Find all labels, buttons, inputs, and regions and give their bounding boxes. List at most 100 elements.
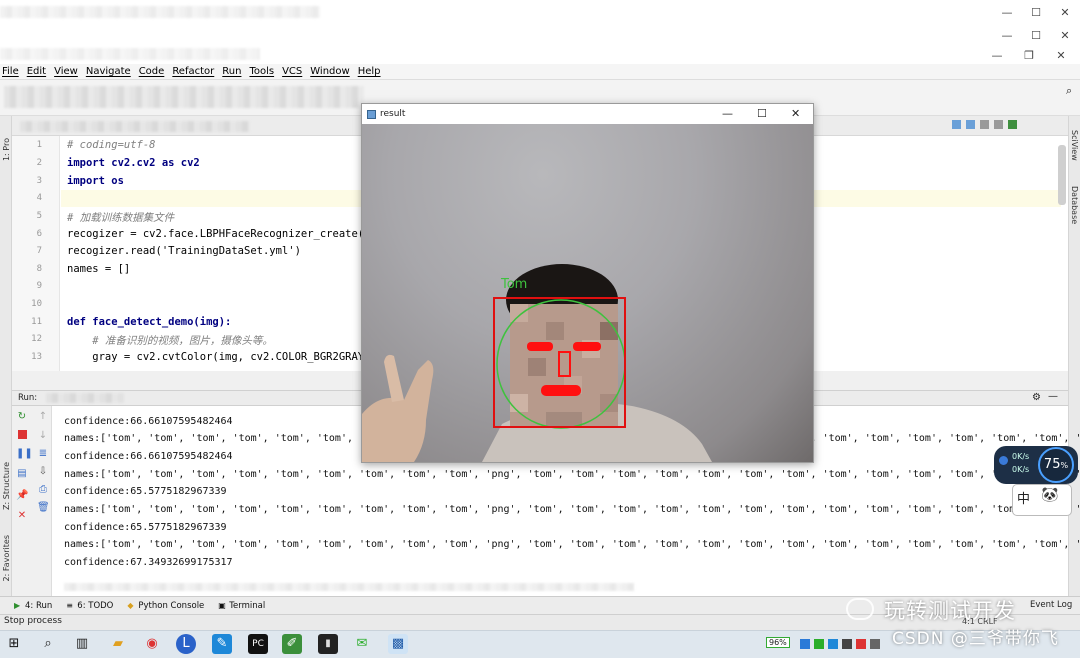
python-console-tool-tab[interactable]: ◆ Python Console	[127, 601, 204, 611]
code-line: import cv2.cv2 as cv2	[67, 157, 200, 169]
search-icon[interactable]: ⌕	[38, 634, 58, 654]
tray-icon[interactable]	[842, 639, 852, 649]
console-horizontal-scrollbar[interactable]	[64, 583, 634, 591]
menu-vcs[interactable]: VCS	[282, 66, 302, 77]
result-window[interactable]: result — ☐ ✕ Tom	[361, 103, 814, 463]
result-window-titlebar[interactable]: result	[362, 104, 813, 124]
maximize-button-2[interactable]: ☐	[1024, 29, 1048, 42]
pycharm-icon[interactable]: PC	[248, 634, 268, 654]
sciview-tool-tab[interactable]: SciView	[1070, 130, 1079, 161]
tray-icon[interactable]	[814, 639, 824, 649]
ime-toolbar[interactable]: 中 🐼	[1012, 484, 1072, 516]
search-everywhere-icon[interactable]: ⌕	[1066, 84, 1072, 98]
result-close-button[interactable]: ✕	[791, 107, 800, 120]
menu-edit[interactable]: Edit	[27, 66, 46, 77]
title-bar-secondary	[0, 26, 1080, 46]
project-tool-tab[interactable]: 1: Pro	[2, 138, 11, 161]
ide-minimize-button[interactable]: —	[985, 49, 1009, 62]
editor-scrollbar[interactable]	[1058, 145, 1066, 205]
close-button[interactable]: ✕	[1053, 6, 1077, 19]
run-icon: ▶	[14, 600, 21, 610]
network-speed-widget[interactable]: 0K/s 0K/s 75%	[994, 446, 1078, 484]
menu-refactor[interactable]: Refactor	[172, 66, 214, 77]
tab-action-icon[interactable]	[980, 120, 989, 129]
tab-action-icon[interactable]	[966, 120, 975, 129]
wechat-watermark-icon	[846, 598, 874, 620]
result-minimize-button[interactable]: —	[722, 107, 733, 120]
tab-label: Python Console	[138, 600, 205, 611]
soft-wrap-icon[interactable]: ≣	[37, 448, 49, 460]
opencv-app-icon	[367, 109, 376, 119]
opencv-window-icon[interactable]: ▩	[388, 634, 408, 654]
todo-tool-tab[interactable]: ≡ 6: TODO	[66, 601, 113, 611]
maximize-button[interactable]: ☐	[1024, 6, 1048, 19]
scroll-down-icon[interactable]: ↓	[37, 430, 49, 442]
menu-code[interactable]: Code	[139, 66, 165, 77]
battery-indicator[interactable]: 96%	[766, 637, 790, 648]
clear-all-icon[interactable]: 🗑	[37, 502, 50, 514]
run-hide-icon[interactable]: —	[1048, 391, 1058, 402]
blurred-toolbar	[4, 86, 364, 108]
minimize-button[interactable]: —	[995, 6, 1019, 19]
tab-label: 6: TODO	[77, 600, 114, 611]
app-icon[interactable]: ✎	[212, 634, 232, 654]
blurred-ide-title	[0, 48, 260, 60]
chrome-icon[interactable]: ◉	[142, 634, 162, 654]
wechat-icon[interactable]: ✉	[352, 634, 372, 654]
tray-icon[interactable]	[828, 639, 838, 649]
code-line: # 加载训练数据集文件	[67, 212, 175, 224]
favorites-tool-tab[interactable]: 2: Favorites	[2, 535, 11, 581]
line-number: 5	[36, 211, 42, 221]
minimize-button-2[interactable]: —	[995, 29, 1019, 42]
scroll-to-end-icon[interactable]: ⇩	[37, 466, 49, 478]
terminal-tool-tab[interactable]: ▣ Terminal	[218, 601, 265, 611]
menu-navigate[interactable]: Navigate	[86, 66, 131, 77]
ime-mode-label: 中	[1017, 492, 1031, 507]
menu-tools[interactable]: Tools	[249, 66, 274, 77]
pin-tab-icon[interactable]: 📌	[16, 490, 28, 502]
console-line: confidence:67.34932699175317	[64, 557, 233, 568]
tray-icon[interactable]	[800, 639, 810, 649]
menu-file[interactable]: File	[2, 66, 19, 77]
lark-icon[interactable]: L	[176, 634, 196, 654]
tray-icon[interactable]	[856, 639, 866, 649]
close-run-icon[interactable]: ✕	[16, 510, 28, 522]
file-explorer-icon[interactable]: ▰	[108, 634, 128, 654]
database-tool-tab[interactable]: Database	[1070, 186, 1079, 224]
restore-layout-icon[interactable]: ▤	[16, 468, 28, 480]
console-line: names:['tom', 'tom', 'tom', 'tom', 'tom'…	[64, 469, 1080, 480]
scroll-up-icon[interactable]: ↑	[37, 411, 49, 423]
print-icon[interactable]: ⎙	[37, 484, 49, 496]
pause-icon[interactable]: ❚❚	[16, 448, 33, 460]
terminal-app-icon[interactable]: ▮	[318, 634, 338, 654]
run-settings-icon[interactable]: ⚙	[1032, 392, 1041, 403]
tab-action-icon[interactable]	[994, 120, 1003, 129]
structure-tool-tab[interactable]: Z: Structure	[2, 462, 11, 510]
upload-speed: 0K/s	[1012, 452, 1030, 461]
code-line: recogizer = cv2.face.LBPHFaceRecognizer_…	[67, 228, 371, 240]
close-button-2[interactable]: ✕	[1053, 29, 1077, 42]
windows-start-icon[interactable]: ⊞	[4, 634, 24, 654]
line-number: 6	[36, 229, 42, 239]
finger-shape	[384, 354, 404, 402]
rerun-icon[interactable]: ↻	[16, 411, 28, 423]
terminal-icon: ▣	[218, 600, 226, 610]
editor-app-icon[interactable]: ✐	[282, 634, 302, 654]
todo-icon: ≡	[66, 600, 73, 610]
tab-action-icon[interactable]	[952, 120, 961, 129]
ide-restore-button[interactable]: ❐	[1017, 49, 1041, 62]
run-tool-tab[interactable]: ▶ 4: Run	[14, 601, 52, 611]
menu-help[interactable]: Help	[358, 66, 381, 77]
wechat-watermark: 玩转测试开发	[884, 599, 1016, 623]
upload-icon	[999, 456, 1008, 465]
event-log-tool-tab[interactable]: Event Log	[1030, 600, 1072, 610]
menu-view[interactable]: View	[54, 66, 78, 77]
ide-close-button[interactable]: ✕	[1049, 49, 1073, 62]
menu-window[interactable]: Window	[310, 66, 349, 77]
task-view-icon[interactable]: ▥	[72, 634, 92, 654]
stop-icon[interactable]	[17, 430, 27, 439]
tray-icon[interactable]	[870, 639, 880, 649]
result-maximize-button[interactable]: ☐	[757, 107, 767, 120]
menu-run[interactable]: Run	[222, 66, 241, 77]
tab-action-icon[interactable]	[1008, 120, 1017, 129]
